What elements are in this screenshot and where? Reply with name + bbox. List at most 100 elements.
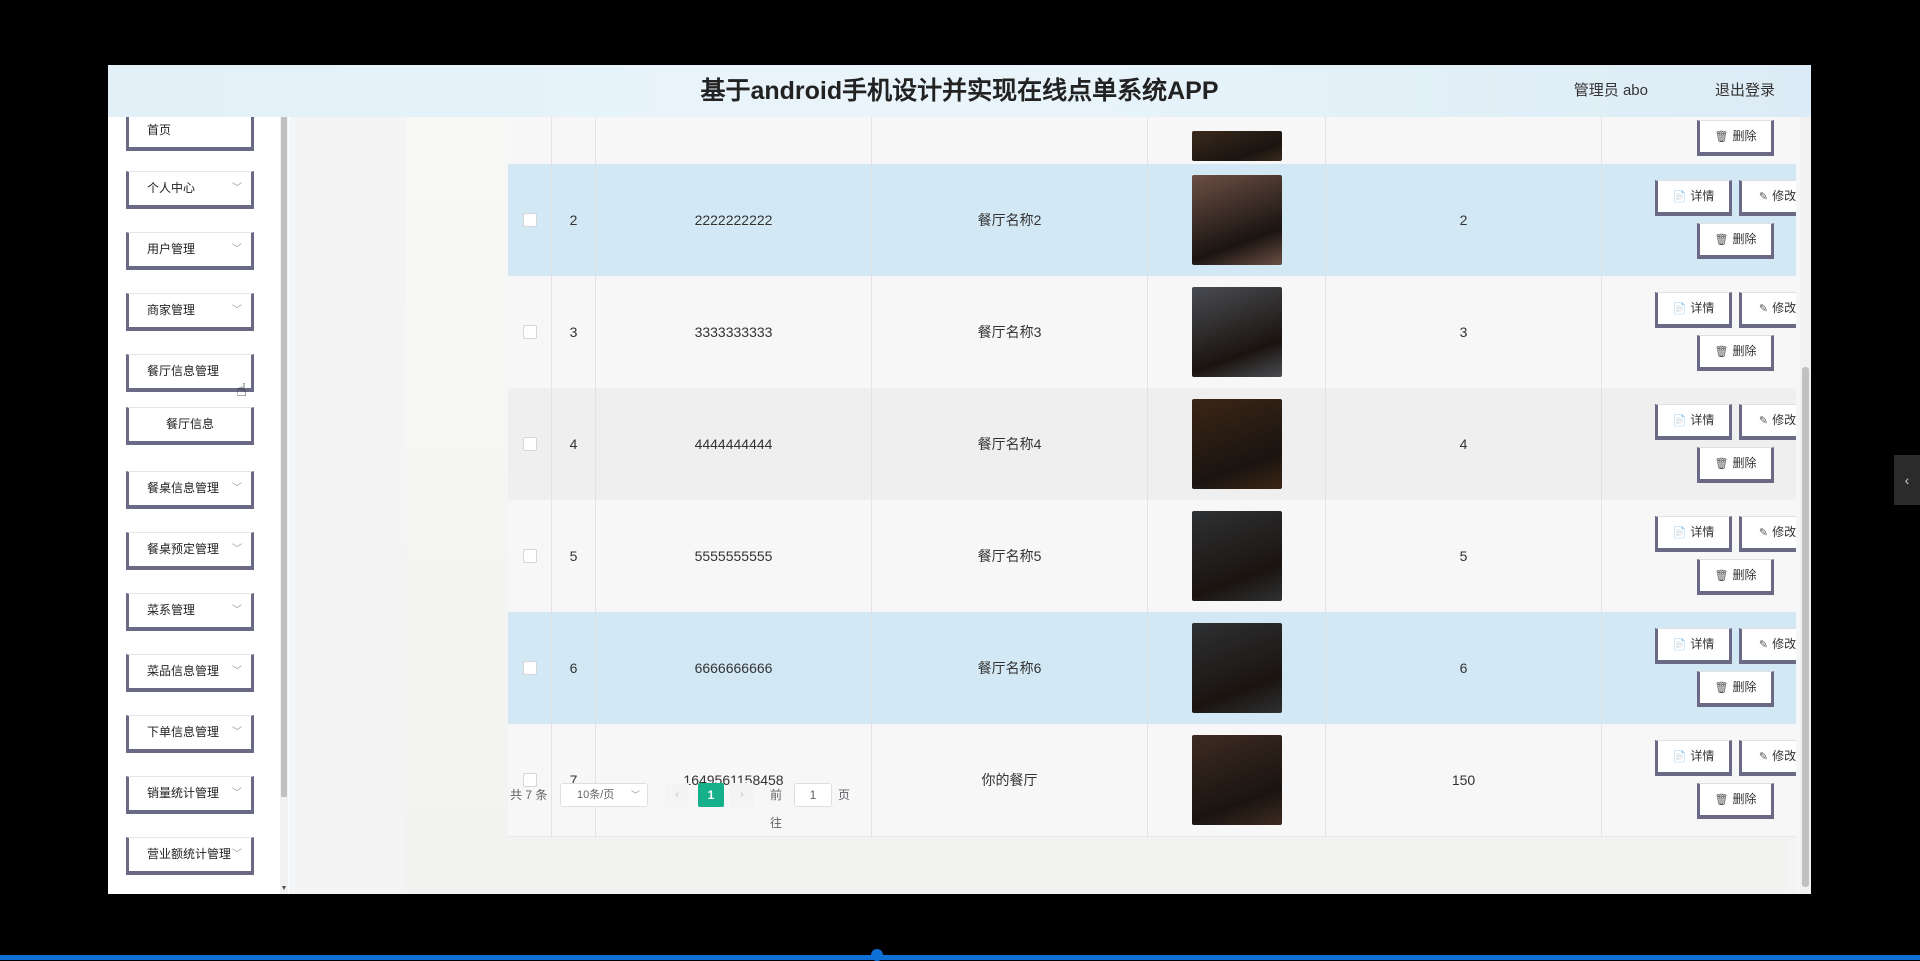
sidebar-item-1[interactable]: 个人中心 ﹀ — [126, 171, 254, 209]
sidebar-scrollbar[interactable]: ▼ — [280, 117, 288, 894]
detail-button[interactable]: 📄 详情 — [1655, 404, 1732, 440]
row-checkbox[interactable] — [522, 549, 537, 563]
edit-icon: ✎ — [1758, 191, 1769, 203]
sidebar-item-6[interactable]: 餐桌信息管理 ﹀ — [126, 471, 254, 509]
app-window: 基于android手机设计并实现在线点单系统APP 管理员 abo 退出登录 首… — [108, 65, 1811, 894]
chevron-down-icon: ﹀ — [232, 849, 242, 860]
edit-button[interactable]: ✎ 修改 — [1739, 292, 1796, 328]
delete-button[interactable]: 🗑 删除 — [1697, 783, 1774, 819]
row-select-cell — [508, 724, 552, 836]
detail-button-label: 详情 — [1690, 749, 1715, 763]
sidebar-item-7[interactable]: 餐桌预定管理 ﹀ — [126, 532, 254, 570]
detail-button-label: 详情 — [1690, 525, 1715, 539]
cell-index: 7 — [552, 724, 596, 836]
sidebar-item-3[interactable]: 商家管理 ﹀ — [126, 293, 254, 331]
sidebar-item-5[interactable]: 餐厅信息 — [126, 407, 254, 445]
page-1-button[interactable]: 1 — [698, 783, 724, 807]
chevron-down-icon: ﹀ — [232, 666, 242, 677]
main-content: 🗑 删除 2 2222222222 餐厅名称2 2 📄 详情 ✎ 修改 🗑 删除 3 3333333333… — [296, 117, 1796, 894]
sidebar-item-0[interactable]: 首页 — [126, 117, 254, 151]
cell-name — [872, 117, 1148, 164]
restaurant-image — [1191, 511, 1282, 601]
edit-button[interactable]: ✎ 修改 — [1739, 740, 1796, 776]
edit-button[interactable]: ✎ 修改 — [1739, 516, 1796, 552]
sidebar: 首页个人中心 ﹀ 用户管理 ﹀ 商家管理 ﹀ 餐厅信息管理 餐厅信息餐桌信息管理 ﹀ 餐桌预定管理… — [108, 117, 289, 894]
row-checkbox[interactable] — [522, 325, 537, 339]
row-checkbox[interactable] — [522, 213, 537, 227]
scroll-down-icon[interactable]: ▼ — [280, 885, 288, 892]
table-row: 🗑 删除 — [508, 117, 1796, 165]
sidebar-item-11[interactable]: 销量统计管理 ﹀ — [126, 776, 254, 814]
next-page-button[interactable]: › — [730, 783, 754, 807]
edit-button[interactable]: ✎ 修改 — [1739, 628, 1796, 664]
prev-page-button[interactable]: ‹ — [665, 783, 689, 807]
edit-button-label: 修改 — [1772, 189, 1796, 203]
detail-icon: 📄 — [1672, 303, 1687, 315]
row-select-cell — [508, 117, 552, 164]
cell-name: 餐厅名称6 — [872, 612, 1148, 724]
cell-name: 餐厅名称3 — [872, 276, 1148, 388]
table-row: 2 2222222222 餐厅名称2 2 📄 详情 ✎ 修改 🗑 删除 — [508, 164, 1796, 277]
delete-button-label: 删除 — [1732, 344, 1757, 358]
sidebar-item-2[interactable]: 用户管理 ﹀ — [126, 232, 254, 270]
goto-page-input[interactable]: 1 — [794, 783, 832, 807]
edit-button[interactable]: ✎ 修改 — [1739, 180, 1796, 216]
delete-icon: 🗑 — [1714, 234, 1729, 246]
table-row: 6 6666666666 餐厅名称6 6 📄 详情 ✎ 修改 🗑 删除 — [508, 612, 1796, 725]
edit-icon: ✎ — [1758, 639, 1769, 651]
sidebar-item-8[interactable]: 菜系管理 ﹀ — [126, 593, 254, 631]
table-row: 7 1649561158458 你的餐厅 150 📄 详情 ✎ 修改 🗑 删除 — [508, 724, 1796, 837]
logout-button[interactable]: 退出登录 — [1715, 65, 1775, 117]
detail-button[interactable]: 📄 详情 — [1655, 740, 1732, 776]
page-size-select[interactable]: 10条/页 ﹀ — [560, 783, 648, 807]
edit-button[interactable]: ✎ 修改 — [1739, 404, 1796, 440]
header: 基于android手机设计并实现在线点单系统APP 管理员 abo 退出登录 — [108, 65, 1811, 117]
actions-cell: 📄 详情 ✎ 修改 🗑 删除 — [1602, 388, 1796, 500]
row-checkbox[interactable] — [522, 661, 537, 675]
page-unit-label: 页 — [838, 788, 851, 802]
delete-button[interactable]: 🗑 删除 — [1697, 120, 1774, 156]
delete-icon: 🗑 — [1714, 570, 1729, 582]
delete-button-label: 删除 — [1732, 129, 1757, 143]
detail-button[interactable]: 📄 详情 — [1655, 292, 1732, 328]
sidebar-item-12[interactable]: 营业额统计管理 ﹀ — [126, 837, 254, 875]
sidebar-item-10[interactable]: 下单信息管理 ﹀ — [126, 715, 254, 753]
edit-icon: ✎ — [1758, 303, 1769, 315]
cell-account: 3333333333 — [596, 276, 872, 388]
chevron-left-icon[interactable]: ‹ — [1894, 455, 1920, 505]
detail-icon: 📄 — [1672, 191, 1687, 203]
delete-button-label: 删除 — [1732, 792, 1757, 806]
detail-button[interactable]: 📄 详情 — [1655, 628, 1732, 664]
sidebar-item-label: 菜系管理 — [147, 603, 196, 617]
cell-index: 5 — [552, 500, 596, 612]
detail-button[interactable]: 📄 详情 — [1655, 516, 1732, 552]
delete-button[interactable]: 🗑 删除 — [1697, 447, 1774, 483]
video-progress-handle[interactable] — [871, 949, 883, 961]
detail-button-label: 详情 — [1690, 189, 1715, 203]
restaurant-image — [1191, 623, 1282, 713]
image-cell — [1148, 117, 1326, 164]
image-cell — [1148, 612, 1326, 724]
sidebar-item-4[interactable]: 餐厅信息管理 — [126, 354, 254, 392]
content-scrollbar[interactable] — [1800, 117, 1811, 894]
sidebar-item-9[interactable]: 菜品信息管理 ﹀ — [126, 654, 254, 692]
delete-button[interactable]: 🗑 删除 — [1697, 559, 1774, 595]
row-checkbox[interactable] — [522, 437, 537, 451]
delete-button-label: 删除 — [1732, 456, 1757, 470]
sidebar-scroll-thumb[interactable] — [281, 117, 287, 797]
detail-button[interactable]: 📄 详情 — [1655, 180, 1732, 216]
sidebar-item-label: 营业额统计管理 — [147, 847, 232, 861]
cell-account: 4444444444 — [596, 388, 872, 500]
edit-icon: ✎ — [1758, 415, 1769, 427]
delete-button[interactable]: 🗑 删除 — [1697, 335, 1774, 371]
delete-button[interactable]: 🗑 删除 — [1697, 671, 1774, 707]
cell-name: 你的餐厅 — [872, 724, 1148, 836]
content-scroll-thumb[interactable] — [1802, 367, 1809, 887]
cell-name: 餐厅名称4 — [872, 388, 1148, 500]
delete-button[interactable]: 🗑 删除 — [1697, 223, 1774, 259]
edit-button-label: 修改 — [1772, 749, 1796, 763]
image-cell — [1148, 164, 1326, 276]
chevron-down-icon: ﹀ — [232, 605, 242, 616]
cell-name: 餐厅名称5 — [872, 500, 1148, 612]
video-progress-bar[interactable] — [0, 955, 1920, 960]
